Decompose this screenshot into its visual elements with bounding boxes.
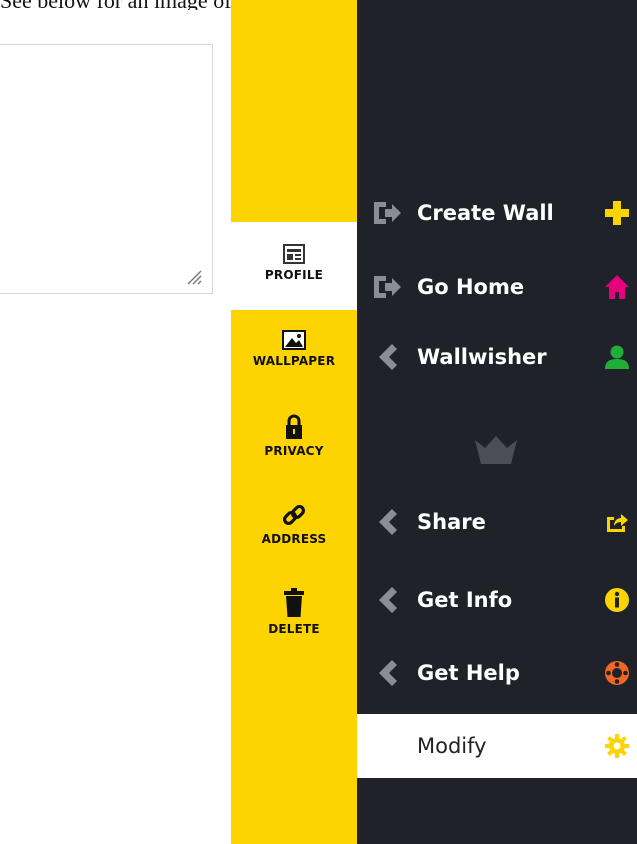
- tab-profile[interactable]: PROFILE: [231, 222, 357, 310]
- trash-icon: [284, 588, 304, 617]
- tab-label: DELETE: [268, 622, 320, 636]
- user-icon: [605, 345, 629, 369]
- chevron-left-icon: [379, 344, 397, 370]
- sign-in-icon: [374, 276, 401, 298]
- menu-item-label: Get Info: [417, 588, 513, 612]
- tab-label: ADDRESS: [261, 532, 327, 546]
- info-icon: [605, 588, 629, 612]
- gear-icon: [605, 734, 629, 758]
- chevron-left-icon: [379, 587, 397, 613]
- lock-icon: [286, 414, 302, 439]
- tab-label: PRIVACY: [264, 444, 324, 458]
- menu-item-label: Create Wall: [417, 201, 554, 225]
- chevron-left-icon: [379, 509, 397, 535]
- chevron-left-icon: [379, 660, 397, 686]
- menu-item-label: Share: [417, 510, 486, 534]
- menu-item-label: Wallwisher: [417, 345, 547, 369]
- sign-in-icon: [374, 202, 401, 224]
- plus-icon: [605, 201, 629, 225]
- tab-label: WALLPAPER: [252, 354, 336, 368]
- share-icon: [607, 514, 628, 532]
- tab-wallpaper[interactable]: WALLPAPER: [231, 324, 357, 392]
- crown-logo-icon: [475, 436, 517, 464]
- home-icon: [605, 275, 629, 299]
- menu-item-label: Modify: [417, 734, 487, 758]
- tab-privacy[interactable]: PRIVACY: [231, 410, 357, 478]
- resize-grip-icon[interactable]: [184, 267, 202, 285]
- description-textarea[interactable]: [0, 44, 213, 294]
- menu-item-label: Go Home: [417, 275, 525, 299]
- menu-item-share[interactable]: Share: [357, 492, 637, 552]
- menu-item-get-info[interactable]: Get Info: [357, 570, 637, 630]
- tab-delete[interactable]: DELETE: [231, 588, 357, 660]
- image-icon: [282, 330, 306, 350]
- menu-item-label: Get Help: [417, 661, 520, 685]
- menu-item-create-wall[interactable]: Create Wall: [357, 183, 637, 243]
- menu-item-wallwisher[interactable]: Wallwisher: [357, 327, 637, 387]
- menu-item-modify[interactable]: Modify: [357, 714, 637, 778]
- tab-address[interactable]: ADDRESS: [231, 498, 357, 566]
- newspaper-icon: [283, 244, 305, 264]
- tab-label: PROFILE: [264, 268, 324, 282]
- lifebuoy-icon: [605, 661, 629, 685]
- menu-item-go-home[interactable]: Go Home: [357, 257, 637, 317]
- menu-item-get-help[interactable]: Get Help: [357, 643, 637, 703]
- link-icon: [282, 504, 306, 526]
